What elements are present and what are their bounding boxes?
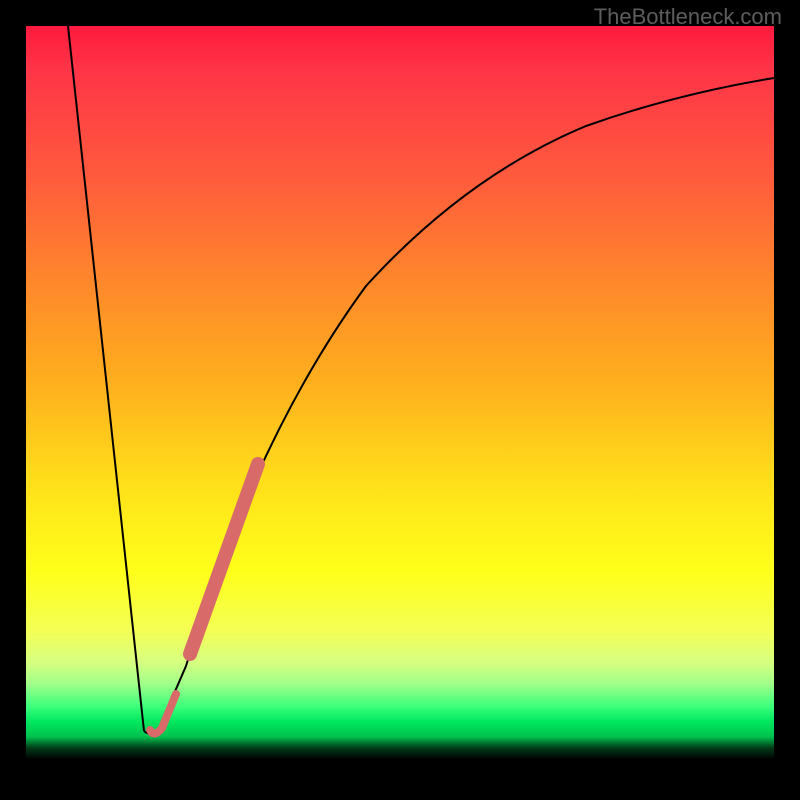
- chart-plot-area: [26, 26, 774, 774]
- minimum-marker: [150, 694, 176, 734]
- curve-left-branch: [68, 26, 144, 731]
- curve-right-branch: [144, 78, 774, 734]
- bottleneck-curve: [26, 26, 774, 774]
- highlighted-segment: [190, 464, 258, 654]
- watermark: TheBottleneck.com: [594, 4, 782, 30]
